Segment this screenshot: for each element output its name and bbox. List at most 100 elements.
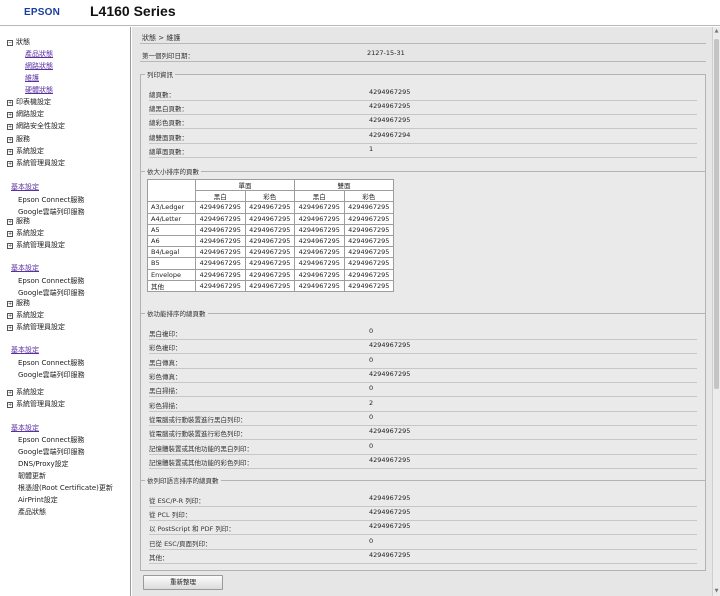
info-row: 從 PCL 列印： 4294967295 [149,507,697,521]
sidebar-item-dns-proxy[interactable]: DNS/Proxy設定 [18,459,69,469]
table-row: B5 4294967295 4294967295 4294967295 42949672… [147,257,394,270]
table-row: A6 4294967295 4294967295 4294967295 42949672… [147,234,394,248]
info-row: 黑白傳真： 0 [149,355,697,369]
sidebar-item-hardware-status[interactable]: 硬體狀態 [25,85,53,95]
sidebar-item-network-status[interactable]: 網路狀態 [25,61,53,71]
info-row: 記憶體裝置或其他功能的黑白列印： 0 [149,441,697,455]
sidebar-item-admin-4[interactable]: + 系統管理員設定 [7,399,65,409]
expand-icon[interactable]: + [7,402,13,408]
info-row: 黑白複印： 0 [149,326,697,340]
sidebar-item-airprint[interactable]: AirPrint設定 [18,495,58,505]
info-row: 記憶體裝置或其他功能的彩色列印： 4294967295 [149,455,697,469]
expand-icon[interactable]: + [7,313,13,319]
divider [140,61,706,62]
expand-icon[interactable]: + [7,231,13,237]
info-row: 總雙面頁數： 4294967294 [149,130,697,144]
expand-icon[interactable]: + [7,301,13,307]
table-header-blank [147,178,196,203]
expand-icon[interactable]: + [7,325,13,331]
table-row: Envelope 4294967295 4294967295 4294967295 42… [147,268,394,281]
info-row: 以 PostScript 和 PDF 列印： 4294967295 [149,521,697,535]
info-row: 總頁數： 4294967295 [149,87,697,101]
sidebar: − 狀態 產品狀態 網路狀態 維護 硬體狀態 + 印表機設定 + 網路設定 + 網路安全… [0,27,131,596]
sidebar-item-epson-connect-4[interactable]: Epson Connect服務 [18,435,84,445]
print-info-title: 列印資訊 [147,71,173,79]
expand-icon[interactable]: + [7,390,13,396]
collapse-icon[interactable]: − [7,40,13,46]
sidebar-item-services[interactable]: + 服務 [7,134,30,144]
table-header-mono: 黑白 [195,190,246,203]
sidebar-item-google-cloud-3[interactable]: Google雲端列印服務 [18,370,85,380]
sidebar-item-system-settings[interactable]: + 系統設定 [7,146,44,156]
expand-icon[interactable]: + [7,243,13,249]
vertical-scrollbar[interactable]: ▲ ▼ [712,27,720,596]
breadcrumb: 狀態 > 維護 [142,34,181,42]
sidebar-item-system-3[interactable]: + 系統設定 [7,310,44,320]
table-row: B4/Legal 4294967295 4294967295 4294967295 42… [147,246,394,259]
sidebar-link-basic-settings-4[interactable]: 基本設定 [11,423,39,433]
info-row: 彩色複印： 4294967295 [149,340,697,354]
expand-icon[interactable]: + [7,161,13,167]
sidebar-item-product-status-2[interactable]: 產品狀態 [18,507,46,517]
scroll-up-icon[interactable]: ▲ [714,28,719,34]
expand-icon[interactable]: + [7,124,13,130]
sidebar-item-epson-connect-2[interactable]: Epson Connect服務 [18,276,84,286]
expand-icon[interactable]: + [7,112,13,118]
sidebar-item-admin-settings[interactable]: + 系統管理員設定 [7,158,65,168]
info-row: 已從 ESC/頁面列印： 0 [149,536,697,550]
table-header-row: 單面 雙面 [147,178,394,203]
size-group-title: 依大小排序的頁數 [147,168,199,176]
sidebar-item-maintenance[interactable]: 維護 [25,73,39,83]
main-content: 狀態 > 維護 第一個列印日期： 2127-15-31 列印資訊 總頁數： 429… [132,27,712,596]
sidebar-link-basic-settings[interactable]: 基本設定 [11,182,39,192]
sidebar-item-network-settings[interactable]: + 網路設定 [7,109,44,119]
refresh-button[interactable]: 重新整理 [143,575,223,590]
first-print-value: 2127-15-31 [367,49,405,57]
sidebar-item-google-cloud-2[interactable]: Google雲端列印服務 [18,288,85,298]
first-print-label: 第一個列印日期： [142,52,194,60]
table-header-color: 彩色 [244,190,295,203]
sidebar-link-basic-settings-3[interactable]: 基本設定 [11,345,39,355]
sidebar-item-admin-3[interactable]: + 系統管理員設定 [7,322,65,332]
info-row: 彩色掃描： 2 [149,398,697,412]
sidebar-item-printer-settings[interactable]: + 印表機設定 [7,97,51,107]
sidebar-item-google-cloud-4[interactable]: Google雲端列印服務 [18,447,85,457]
language-group: 依列印語言排序的總頁數 從 ESC/P-R 列印： 4294967295 從 PC… [140,475,706,571]
table-row: 其他 4294967295 4294967295 4294967295 42949672… [147,279,394,292]
model-title: L4160 Series [90,3,176,19]
info-row: 總彩色頁數： 4294967295 [149,115,697,129]
sidebar-item-firmware-update[interactable]: 韌體更新 [18,471,46,481]
sidebar-item-epson-connect[interactable]: Epson Connect服務 [18,195,84,205]
sidebar-link-basic-settings-2[interactable]: 基本設定 [11,263,39,273]
info-row: 彩色傳真： 4294967295 [149,369,697,383]
info-row: 黑白掃描： 0 [149,383,697,397]
sidebar-item-status[interactable]: − 狀態 [7,37,30,47]
language-group-title: 依列印語言排序的總頁數 [147,477,219,485]
info-row: 其他： 4294967295 [149,550,697,564]
sidebar-item-admin-2[interactable]: + 系統管理員設定 [7,240,65,250]
scroll-down-icon[interactable]: ▼ [714,588,719,594]
sidebar-item-services-3[interactable]: + 服務 [7,298,30,308]
info-row: 總單面頁數： 1 [149,144,697,158]
pages-by-size-table: 單面 雙面 黑白 彩色 黑白 彩色 A3/Ledger 4294967295 429… [147,178,394,292]
expand-icon[interactable]: + [7,137,13,143]
sidebar-item-services-2[interactable]: + 服務 [7,216,30,226]
table-header-double: 雙面 [294,178,394,192]
table-row: A5 4294967295 4294967295 4294967295 42949672… [147,223,394,236]
function-group-title: 依功能排序的總頁數 [147,310,206,318]
info-row: 從 ESC/P-R 列印： 4294967295 [149,493,697,507]
sidebar-item-system-4[interactable]: + 系統設定 [7,387,44,397]
sidebar-item-root-cert[interactable]: 根憑證(Root Certificate)更新 [18,483,113,493]
epson-logo: EPSON [24,7,61,18]
scrollbar-thumb[interactable] [714,39,719,389]
sidebar-item-epson-connect-3[interactable]: Epson Connect服務 [18,358,84,368]
sidebar-item-system-2[interactable]: + 系統設定 [7,228,44,238]
info-row: 從電腦或行動裝置進行彩色列印： 4294967295 [149,426,697,440]
expand-icon[interactable]: + [7,219,13,225]
info-row: 總黑白頁數： 4294967295 [149,101,697,115]
app-header: EPSON L4160 Series [0,0,720,26]
sidebar-item-network-security[interactable]: + 網路安全性設定 [7,121,65,131]
expand-icon[interactable]: + [7,149,13,155]
sidebar-item-product-status[interactable]: 產品狀態 [25,49,53,59]
expand-icon[interactable]: + [7,100,13,106]
